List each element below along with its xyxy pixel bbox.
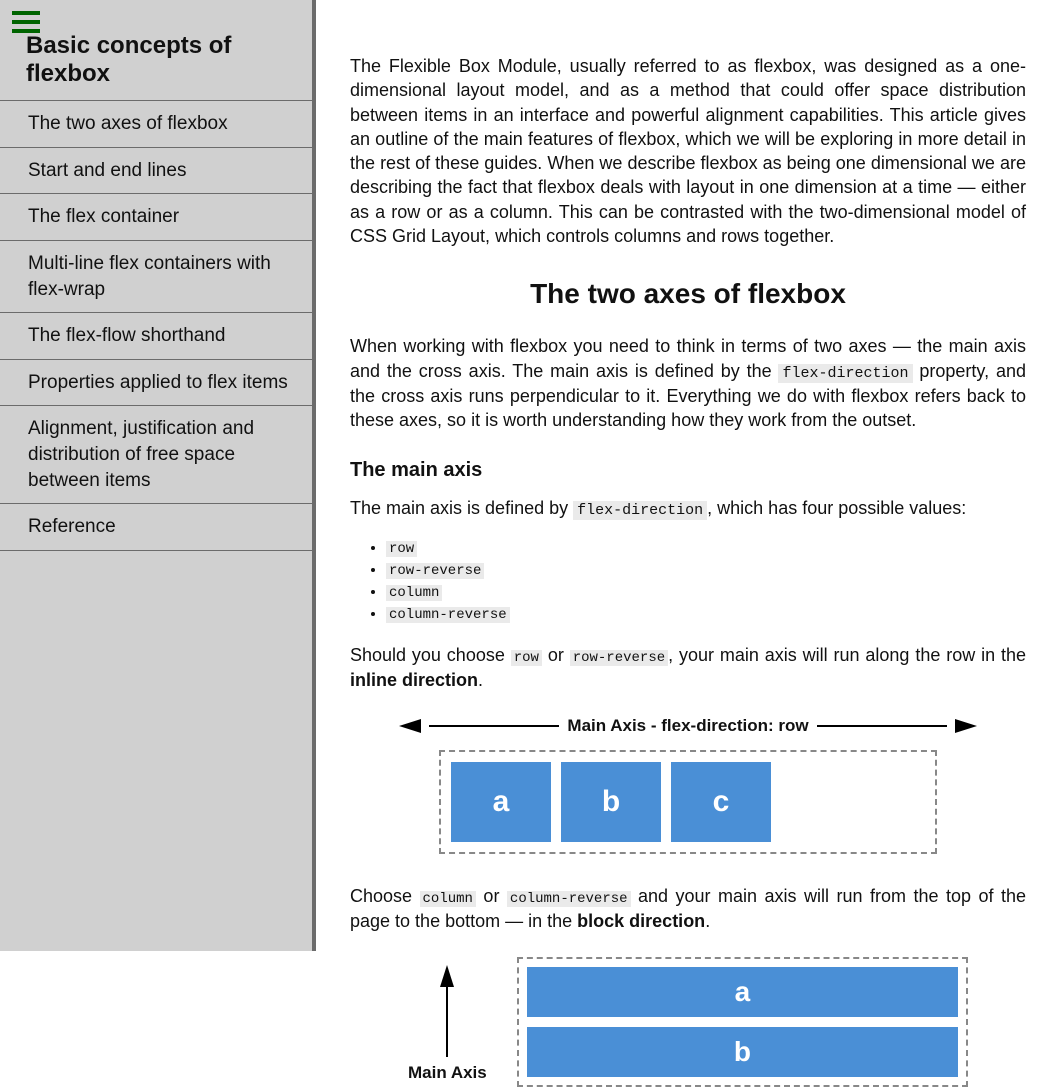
text: , your main axis will run along the row … — [668, 645, 1026, 665]
text: The main axis is defined by — [350, 498, 573, 518]
code-flex-direction-2: flex-direction — [573, 501, 707, 520]
code-column-reverse-inline: column-reverse — [507, 891, 631, 907]
flex-container-column-diagram: a b — [517, 957, 968, 1087]
code-column-reverse: column-reverse — [386, 607, 510, 623]
sidebar-item-props[interactable]: Properties applied to flex items — [0, 360, 312, 407]
code-column-inline: column — [420, 891, 476, 907]
text: . — [705, 911, 710, 931]
sidebar-item-start-end[interactable]: Start and end lines — [0, 148, 312, 195]
flex-item-a-col: a — [527, 967, 958, 1017]
flex-item-b: b — [561, 762, 661, 842]
para-choose-row: Should you choose row or row-reverse, yo… — [350, 643, 1026, 692]
arrow-line — [817, 725, 947, 727]
sidebar-item-alignment[interactable]: Alignment, justification and distributio… — [0, 406, 312, 504]
code-row-inline: row — [511, 650, 542, 666]
flex-item-a: a — [451, 762, 551, 842]
code-flex-direction: flex-direction — [778, 364, 912, 383]
subheading-main-axis: The main axis — [350, 459, 1026, 482]
arrow-right-icon — [955, 719, 977, 733]
intro-paragraph: The Flexible Box Module, usually referre… — [350, 54, 1026, 248]
section-heading-two-axes: The two axes of flexbox — [350, 278, 1026, 310]
column-axis-indicator: Main Axis — [408, 957, 487, 1087]
sidebar-item-multiline[interactable]: Multi-line flex containers with flex-wra… — [0, 241, 312, 313]
axis-arrow-row: Main Axis - flex-direction: row — [399, 716, 976, 736]
list-item: row — [386, 539, 1026, 557]
diagram-column: Main Axis a b — [408, 957, 968, 1087]
flex-item-c: c — [671, 762, 771, 842]
arrow-line — [429, 725, 559, 727]
para-choose-column: Choose column or column-reverse and your… — [350, 884, 1026, 933]
code-column: column — [386, 585, 442, 601]
axis-label-row: Main Axis - flex-direction: row — [567, 716, 808, 736]
bold-block-direction: block direction — [577, 911, 705, 931]
list-item: column-reverse — [386, 605, 1026, 623]
code-row-reverse: row-reverse — [386, 563, 484, 579]
section1-para1: When working with flexbox you need to th… — [350, 334, 1026, 432]
axis-label-column: Main Axis — [408, 1063, 487, 1083]
text: . — [478, 670, 483, 690]
text: Should you choose — [350, 645, 511, 665]
main-content: The Flexible Box Module, usually referre… — [316, 0, 1056, 951]
list-item: row-reverse — [386, 561, 1026, 579]
bold-inline-direction: inline direction — [350, 670, 478, 690]
list-item: column — [386, 583, 1026, 601]
sidebar: Basic concepts of flexbox The two axes o… — [0, 0, 316, 951]
arrow-left-icon — [399, 719, 421, 733]
sidebar-item-reference[interactable]: Reference — [0, 504, 312, 551]
arrow-up-icon — [440, 965, 454, 987]
sidebar-item-flexflow[interactable]: The flex-flow shorthand — [0, 313, 312, 360]
arrow-line-vertical — [446, 987, 448, 1057]
text: Choose — [350, 886, 420, 906]
text: or — [476, 886, 507, 906]
sidebar-item-container[interactable]: The flex container — [0, 194, 312, 241]
text: , which has four possible values: — [707, 498, 966, 518]
main-axis-intro: The main axis is defined by flex-directi… — [350, 496, 1026, 521]
value-list: row row-reverse column column-reverse — [386, 539, 1026, 623]
hamburger-menu-icon[interactable] — [12, 6, 40, 38]
code-row: row — [386, 541, 417, 557]
sidebar-title: Basic concepts of flexbox — [0, 0, 312, 101]
flex-item-b-col: b — [527, 1027, 958, 1077]
code-row-reverse-inline: row-reverse — [570, 650, 668, 666]
text: or — [542, 645, 570, 665]
flex-container-diagram: a b c — [439, 750, 937, 854]
sidebar-item-two-axes[interactable]: The two axes of flexbox — [0, 101, 312, 148]
diagram-row: Main Axis - flex-direction: row a b c — [350, 716, 1026, 854]
